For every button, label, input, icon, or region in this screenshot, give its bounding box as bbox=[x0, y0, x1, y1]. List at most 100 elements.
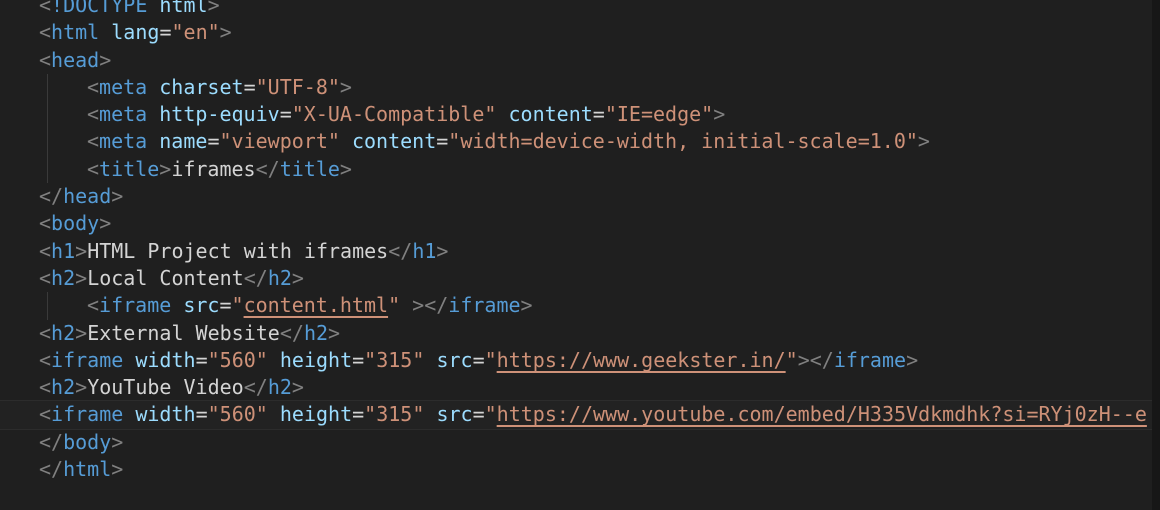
code-line[interactable]: </html> bbox=[39, 456, 1160, 483]
code-line[interactable]: <meta http-equiv="X-UA-Compatible" conte… bbox=[39, 101, 1160, 129]
code-punctuation: < bbox=[39, 402, 52, 427]
code-punctuation: ></ bbox=[797, 347, 834, 372]
code-punctuation: </ bbox=[243, 265, 268, 290]
code-line[interactable]: <meta charset="UTF-8"> bbox=[39, 73, 1160, 102]
code-punctuation: > bbox=[159, 156, 172, 181]
code-punctuation: > bbox=[917, 129, 930, 154]
code-line[interactable]: <html lang="en"> bbox=[39, 19, 1160, 46]
code-line[interactable]: <h2>Local Content</h2> bbox=[39, 265, 1160, 292]
code-operator: = bbox=[592, 102, 605, 127]
code-punctuation: < bbox=[39, 0, 52, 17]
code-attribute-name: height bbox=[279, 402, 353, 427]
code-attribute-name: lang bbox=[111, 20, 160, 45]
code-tag-name: html bbox=[51, 20, 100, 45]
code-punctuation: > bbox=[436, 238, 449, 263]
code-operator: = bbox=[352, 402, 365, 427]
indent-guide bbox=[47, 73, 48, 102]
code-tag-name: head bbox=[63, 184, 112, 209]
code-line[interactable]: <iframe width="560" height="315" src="ht… bbox=[0, 400, 1160, 430]
code-punctuation: < bbox=[39, 375, 52, 400]
code-line[interactable]: <body> bbox=[39, 210, 1160, 237]
code-attribute-name: http-equiv bbox=[159, 102, 280, 127]
code-operator: = bbox=[279, 102, 292, 127]
code-line[interactable]: <iframe src="content.html" ></iframe> bbox=[39, 292, 1160, 320]
code-operator: = bbox=[195, 402, 208, 427]
code-punctuation: > bbox=[207, 0, 220, 17]
code-punctuation: </ bbox=[39, 429, 64, 454]
code-line[interactable]: <iframe width="560" height="315" src="ht… bbox=[39, 347, 1160, 374]
code-editor[interactable]: <!DOCTYPE html> <html lang="en"> <head> <me… bbox=[0, 0, 1160, 510]
code-string: "315" bbox=[364, 347, 425, 372]
code-link[interactable]: https://www.geekster.in/ bbox=[497, 348, 786, 372]
code-punctuation: > bbox=[111, 457, 124, 482]
code-operator: = bbox=[243, 74, 256, 99]
code-attribute-name: height bbox=[279, 347, 353, 372]
code-punctuation: < bbox=[39, 347, 52, 372]
code-text: Local Content bbox=[87, 265, 244, 290]
code-attribute-name: width bbox=[135, 402, 196, 427]
code-link[interactable]: content.html bbox=[244, 293, 389, 317]
code-punctuation: </ bbox=[388, 238, 413, 263]
vertical-scrollbar[interactable] bbox=[1152, 0, 1160, 510]
code-punctuation: </ bbox=[243, 375, 268, 400]
code-punctuation: > bbox=[291, 375, 304, 400]
code-punctuation: </ bbox=[279, 320, 304, 345]
code-punctuation: </ bbox=[255, 156, 280, 181]
code-line[interactable]: <meta name="viewport" content="width=dev… bbox=[39, 128, 1160, 156]
code-punctuation: > bbox=[713, 102, 726, 127]
code-punctuation: > bbox=[99, 47, 112, 72]
code-punctuation: < bbox=[39, 211, 52, 236]
code-line[interactable]: <h2>YouTube Video</h2> bbox=[39, 374, 1160, 401]
code-tag-name: iframe bbox=[51, 347, 124, 372]
code-punctuation: </ bbox=[39, 457, 64, 482]
code-punctuation: > bbox=[339, 74, 352, 99]
code-line[interactable]: <title>iframes</title> bbox=[39, 155, 1160, 184]
code-punctuation: > bbox=[219, 20, 232, 45]
code-punctuation: < bbox=[39, 265, 52, 290]
code-operator: = bbox=[219, 293, 232, 318]
code-tag-name: h2 bbox=[303, 320, 329, 345]
code-punctuation: < bbox=[87, 293, 100, 318]
code-string: "IE=edge" bbox=[604, 102, 714, 127]
code-line[interactable]: <!DOCTYPE html> bbox=[39, 0, 1160, 19]
code-line[interactable]: </head> bbox=[39, 183, 1160, 210]
code-operator: = bbox=[159, 20, 172, 45]
code-tag-name: iframe bbox=[51, 402, 124, 427]
code-link[interactable]: https://www.youtube.com/embed/H335Vdkmdh… bbox=[497, 402, 1147, 426]
code-operator: = bbox=[195, 347, 208, 372]
code-line[interactable]: <h2>External Website</h2> bbox=[39, 320, 1160, 347]
code-string: " bbox=[484, 347, 497, 372]
code-operator: = bbox=[472, 402, 485, 427]
indent-guide bbox=[47, 128, 48, 156]
code-punctuation: > bbox=[75, 238, 88, 263]
code-punctuation: < bbox=[39, 238, 52, 263]
code-string: " bbox=[388, 293, 401, 318]
code-text: YouTube Video bbox=[87, 375, 244, 400]
code-attribute-name: src bbox=[436, 347, 473, 372]
code-tag-name: h2 bbox=[51, 265, 76, 290]
code-attribute-name: content bbox=[508, 102, 593, 127]
code-attribute-name: width bbox=[135, 347, 196, 372]
code-operator: = bbox=[436, 129, 449, 154]
code-punctuation: < bbox=[87, 156, 100, 181]
code-string: "viewport" bbox=[219, 129, 340, 154]
code-punctuation: < bbox=[87, 74, 100, 99]
code-lines[interactable]: <!DOCTYPE html> <html lang="en"> <head> <me… bbox=[0, 0, 1160, 483]
code-string: " bbox=[785, 347, 798, 372]
code-tag-name: h2 bbox=[51, 320, 76, 345]
code-line[interactable]: <head> bbox=[39, 47, 1160, 74]
code-line[interactable]: </body> bbox=[39, 429, 1160, 456]
code-tag-name: iframe bbox=[833, 347, 907, 372]
code-line[interactable]: <h1>HTML Project with iframes</h1> bbox=[39, 238, 1160, 265]
code-tag-name: iframe bbox=[99, 293, 172, 318]
code-string: "UTF-8" bbox=[255, 74, 340, 99]
code-attribute-name: content bbox=[351, 129, 437, 154]
